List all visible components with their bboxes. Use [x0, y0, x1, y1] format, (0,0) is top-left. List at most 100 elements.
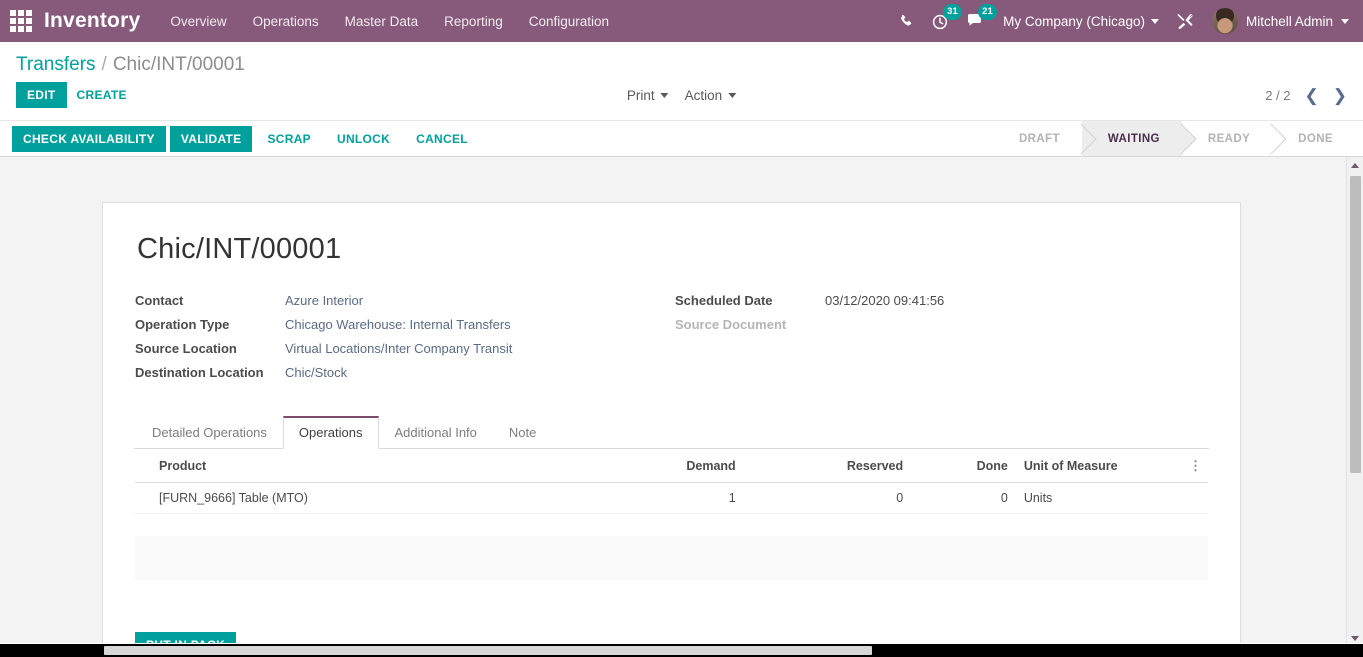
value-destination-location[interactable]: Chic/Stock [285, 364, 675, 382]
pager-next-icon[interactable]: ❯ [1333, 87, 1347, 104]
filler-cell [135, 535, 1208, 558]
unlock-button[interactable]: UNLOCK [326, 126, 401, 152]
status-pipeline: DRAFT WAITING READY DONE [992, 121, 1363, 156]
cell-unit-of-measure[interactable]: Units [1013, 482, 1183, 514]
tab-detailed-operations[interactable]: Detailed Operations [136, 416, 283, 449]
form-view-container: Chic/INT/00001 Contact Azure Interior Sc… [0, 157, 1363, 647]
value-operation-type[interactable]: Chicago Warehouse: Internal Transfers [285, 316, 675, 334]
table-row[interactable]: [FURN_9666] Table (MTO) 1 0 0 Units [135, 482, 1208, 514]
check-availability-button[interactable]: CHECK AVAILABILITY [12, 125, 166, 152]
pager-previous-icon[interactable]: ❮ [1305, 87, 1319, 104]
user-menu[interactable]: Mitchell Admin [1211, 8, 1349, 34]
table-body: [FURN_9666] Table (MTO) 1 0 0 Units [135, 482, 1208, 580]
form-spacer [675, 364, 825, 382]
horizontal-scrollbar[interactable] [0, 644, 1363, 657]
empty-cell [135, 514, 1208, 536]
value-contact[interactable]: Azure Interior [285, 292, 675, 310]
tab-operations[interactable]: Operations [282, 416, 379, 449]
column-done[interactable]: Done [909, 449, 1014, 483]
messages-count-badge: 21 [978, 4, 997, 20]
form-spacer [825, 340, 1208, 358]
cell-reserved[interactable]: 0 [741, 482, 910, 514]
horizontal-scrollbar-thumb[interactable] [104, 646, 872, 655]
cell-product[interactable]: [FURN_9666] Table (MTO) [135, 482, 596, 514]
table-header-row: Product Demand Reserved Done Unit of Mea… [135, 449, 1208, 483]
tab-additional-info[interactable]: Additional Info [379, 416, 493, 449]
column-unit-of-measure[interactable]: Unit of Measure [1013, 449, 1183, 483]
table-header: Product Demand Reserved Done Unit of Mea… [135, 449, 1208, 483]
control-panel-dropdowns: Print Action [627, 88, 737, 103]
app-brand-title[interactable]: Inventory [44, 9, 140, 33]
company-switcher[interactable]: My Company (Chicago) [1003, 14, 1159, 29]
chevron-down-icon [660, 92, 669, 98]
chevron-down-icon [1341, 18, 1349, 24]
pager: 2 / 2 ❮ ❯ [1265, 87, 1347, 104]
create-button[interactable]: CREATE [67, 82, 137, 108]
breadcrumb-current: Chic/INT/00001 [112, 54, 245, 75]
print-label: Print [626, 87, 655, 103]
activities-count-badge: 31 [943, 4, 962, 20]
column-product[interactable]: Product [135, 449, 596, 483]
operations-table: Product Demand Reserved Done Unit of Mea… [135, 449, 1208, 580]
table-filler-row [135, 557, 1208, 580]
avatar [1211, 8, 1238, 34]
menu-item-configuration[interactable]: Configuration [529, 14, 609, 29]
apps-grid-icon[interactable] [8, 8, 34, 34]
user-name: Mitchell Admin [1245, 13, 1333, 29]
tab-note[interactable]: Note [493, 416, 552, 449]
top-navbar: Inventory Overview Operations Master Dat… [0, 0, 1363, 42]
form-fields: Contact Azure Interior Scheduled Date 03… [135, 292, 1208, 382]
menu-item-operations[interactable]: Operations [253, 14, 319, 29]
pager-value: 2 / 2 [1265, 87, 1291, 103]
form-spacer [825, 364, 1208, 382]
edit-button[interactable]: EDIT [16, 82, 67, 108]
table-empty-row [135, 514, 1208, 536]
action-dropdown[interactable]: Action [685, 88, 737, 103]
vertical-dots-icon: ⋮ [1189, 458, 1202, 473]
breadcrumb: Transfers / Chic/INT/00001 [0, 42, 1363, 82]
scroll-up-arrow-icon[interactable] [1347, 157, 1363, 174]
activities-clock-icon[interactable]: 31 [932, 4, 962, 33]
statusbar-buttons: CHECK AVAILABILITY VALIDATE SCRAP UNLOCK… [12, 121, 479, 156]
messages-chat-icon[interactable]: 21 [967, 4, 997, 33]
label-source-location: Source Location [135, 341, 237, 356]
breadcrumb-transfers[interactable]: Transfers [16, 54, 96, 76]
label-destination-location: Destination Location [135, 365, 264, 380]
statusbar: CHECK AVAILABILITY VALIDATE SCRAP UNLOCK… [0, 120, 1363, 157]
label-contact: Contact [135, 293, 184, 308]
value-source-document[interactable] [825, 316, 1208, 334]
control-panel: Transfers / Chic/INT/00001 EDIT CREATE P… [0, 42, 1363, 120]
main-menu: Overview Operations Master Data Reportin… [170, 14, 609, 29]
chevron-down-icon [728, 92, 737, 98]
action-label: Action [684, 87, 723, 103]
menu-item-reporting[interactable]: Reporting [444, 14, 503, 29]
validate-button[interactable]: VALIDATE [169, 125, 253, 152]
column-demand[interactable]: Demand [595, 449, 742, 483]
optional-columns-dropdown[interactable]: ⋮ [1183, 449, 1208, 483]
page-title: Chic/INT/00001 [137, 233, 342, 265]
label-scheduled-date: Scheduled Date [675, 293, 773, 308]
systray: 31 21 My Company (Chicago) Mitchell Admi… [899, 4, 1349, 34]
label-source-document: Source Document [675, 317, 787, 332]
phone-icon[interactable] [899, 9, 914, 33]
label-operation-type: Operation Type [135, 317, 230, 332]
menu-item-overview[interactable]: Overview [170, 14, 226, 29]
cell-done[interactable]: 0 [909, 482, 1014, 514]
scrap-button[interactable]: SCRAP [256, 126, 322, 152]
notebook-tabs: Detailed Operations Operations Additiona… [134, 416, 1209, 449]
value-source-location[interactable]: Virtual Locations/Inter Company Transit [285, 340, 675, 358]
cell-optional [1183, 482, 1208, 514]
company-name: My Company (Chicago) [1003, 13, 1145, 29]
cell-demand[interactable]: 1 [595, 482, 742, 514]
menu-item-master-data[interactable]: Master Data [345, 14, 419, 29]
cancel-button[interactable]: CANCEL [405, 126, 479, 152]
vertical-scrollbar[interactable] [1346, 157, 1363, 647]
vertical-scrollbar-thumb[interactable] [1349, 176, 1361, 473]
record-sheet: Chic/INT/00001 Contact Azure Interior Sc… [102, 202, 1241, 647]
debug-tools-icon[interactable] [1177, 9, 1194, 33]
column-reserved[interactable]: Reserved [741, 449, 910, 483]
status-draft[interactable]: DRAFT [992, 121, 1082, 156]
control-panel-buttons: EDIT CREATE Print Action 2 / 2 ❮ ❯ [0, 82, 1363, 120]
value-scheduled-date[interactable]: 03/12/2020 09:41:56 [825, 292, 1208, 310]
print-dropdown[interactable]: Print [627, 88, 669, 103]
